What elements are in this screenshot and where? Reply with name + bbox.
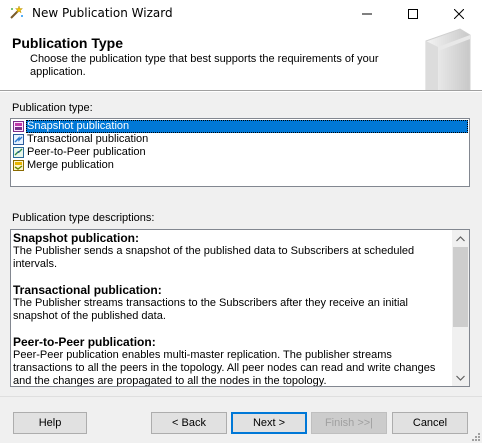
publication-type-list[interactable]: Snapshot publication Transactional publi…: [10, 118, 470, 187]
resize-grip-icon[interactable]: [470, 431, 480, 441]
next-button[interactable]: Next >: [231, 412, 307, 434]
chevron-up-icon: [456, 235, 465, 241]
description-snapshot: Snapshot publication: The Publisher send…: [13, 232, 451, 271]
page-title: Publication Type: [12, 35, 123, 51]
description-heading: Transactional publication:: [13, 283, 162, 297]
peer-to-peer-publication-icon: [13, 147, 24, 158]
descriptions-content: Snapshot publication: The Publisher send…: [13, 232, 451, 387]
description-transactional: Transactional publication: The Publisher…: [13, 284, 451, 323]
list-item-transactional-publication[interactable]: Transactional publication: [12, 133, 468, 146]
publication-descriptions-box[interactable]: Snapshot publication: The Publisher send…: [10, 229, 470, 387]
close-icon: [454, 8, 464, 19]
help-button[interactable]: Help: [13, 412, 87, 434]
wizard-header: Publication Type Choose the publication …: [0, 27, 482, 91]
chevron-down-icon: [456, 375, 465, 381]
minimize-icon: [362, 13, 372, 14]
scroll-down-button[interactable]: [452, 369, 469, 386]
title-bar[interactable]: New Publication Wizard: [0, 0, 482, 27]
wizard-icon: [10, 5, 24, 19]
list-item-peer-to-peer-publication[interactable]: Peer-to-Peer publication: [12, 146, 468, 159]
description-peer-to-peer: Peer-to-Peer publication: Peer-Peer publ…: [13, 336, 451, 387]
description-text: The Publisher sends a snapshot of the pu…: [13, 245, 415, 270]
transactional-publication-icon: [13, 134, 24, 145]
publication-book-icon: [425, 28, 471, 90]
finish-button: Finish >>|: [311, 412, 387, 434]
maximize-icon: [408, 8, 418, 19]
maximize-button[interactable]: [390, 0, 436, 27]
list-item-snapshot-publication[interactable]: Snapshot publication: [12, 120, 468, 133]
merge-publication-icon: [13, 160, 24, 171]
snapshot-publication-icon: [13, 121, 24, 132]
scroll-up-button[interactable]: [452, 230, 469, 247]
cancel-button[interactable]: Cancel: [392, 412, 468, 434]
page-subtitle: Choose the publication type that best su…: [30, 53, 379, 78]
wizard-footer: Help < Back Next > Finish >>| Cancel: [0, 396, 482, 443]
wizard-body: Publication type: Snapshot publication T…: [0, 92, 482, 396]
list-item-merge-publication[interactable]: Merge publication: [12, 159, 468, 172]
publication-type-label: Publication type:: [12, 102, 93, 114]
description-text: The Publisher streams transactions to th…: [13, 297, 408, 322]
minimize-button[interactable]: [344, 0, 390, 27]
description-text: Peer-Peer publication enables multi-mast…: [13, 349, 436, 387]
back-button[interactable]: < Back: [151, 412, 227, 434]
window-title: New Publication Wizard: [32, 6, 173, 20]
publication-descriptions-label: Publication type descriptions:: [12, 212, 155, 224]
descriptions-scrollbar[interactable]: [452, 230, 469, 386]
description-heading: Snapshot publication:: [13, 231, 139, 245]
description-heading: Peer-to-Peer publication:: [13, 335, 156, 349]
scroll-thumb[interactable]: [453, 247, 468, 327]
close-button[interactable]: [436, 0, 482, 27]
